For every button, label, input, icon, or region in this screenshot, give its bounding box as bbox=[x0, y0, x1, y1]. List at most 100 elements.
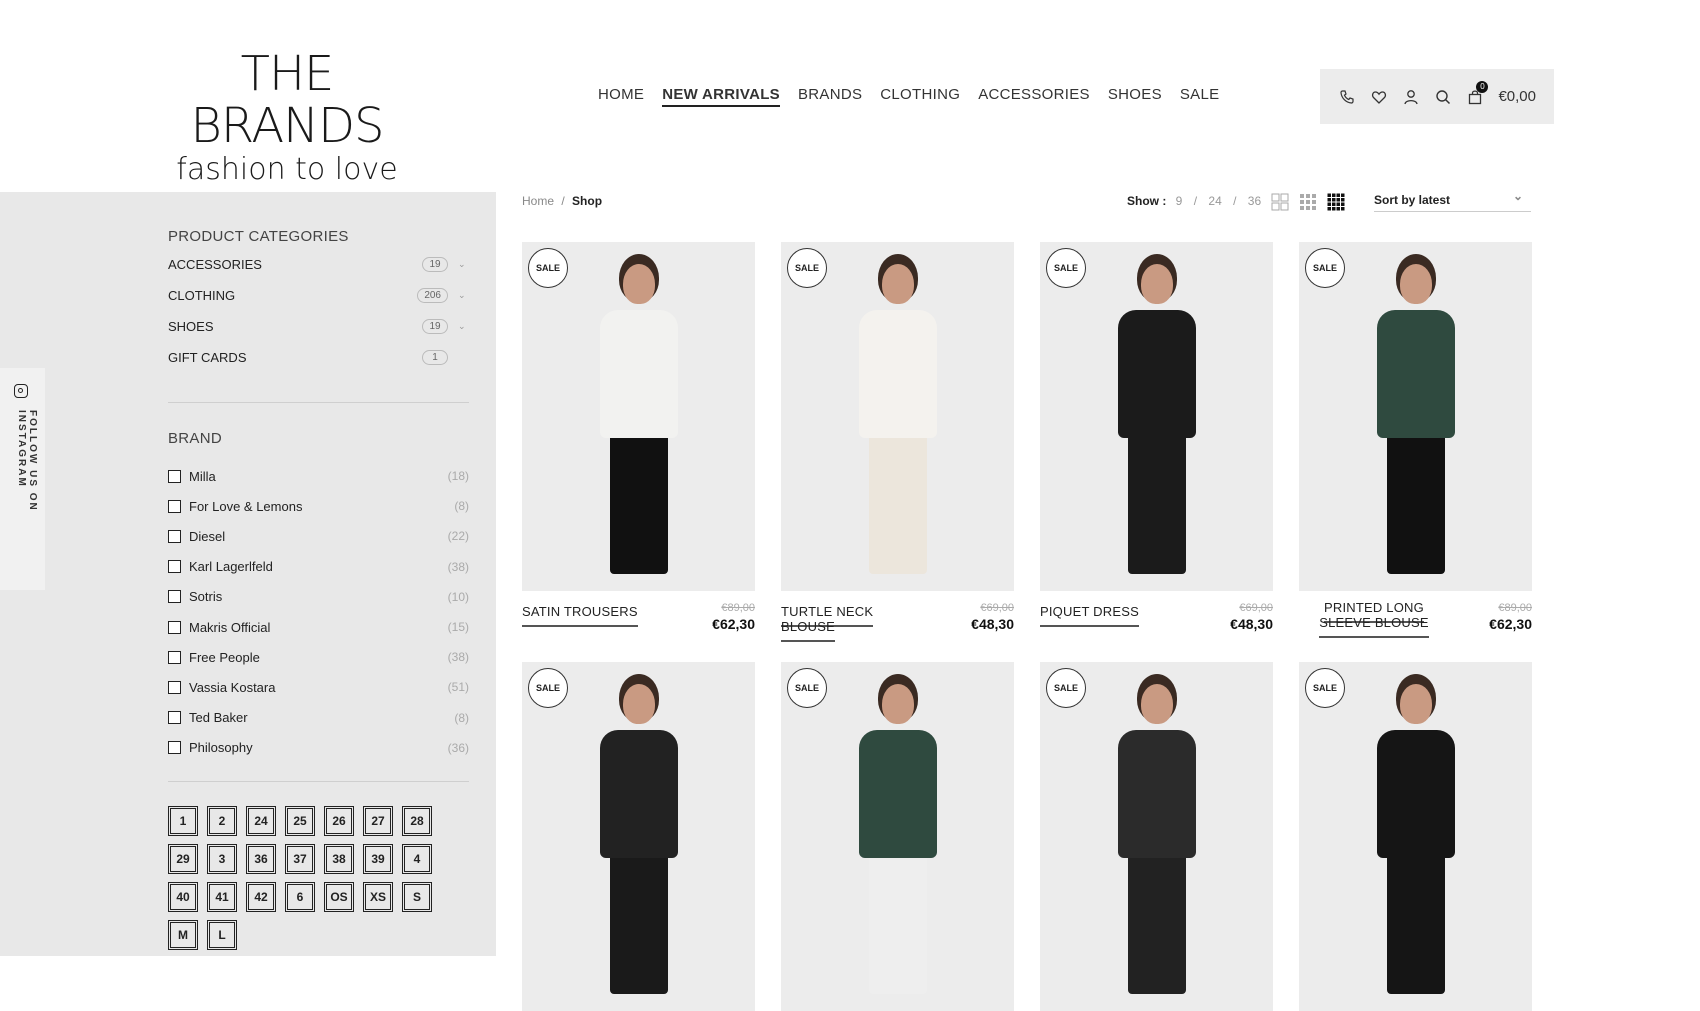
site-logo[interactable]: THE BRANDS fashion to love bbox=[152, 48, 422, 188]
size-option[interactable]: 29 bbox=[168, 844, 198, 874]
product-name-text[interactable]: TURTLE NECK BLOUSE bbox=[781, 604, 874, 642]
product-name[interactable]: SATIN TROUSERS bbox=[522, 604, 662, 627]
brand-filter-item[interactable]: Philosophy (36) bbox=[168, 738, 469, 758]
instagram-follow-tab[interactable]: FOLLOW US ON INSTAGRAM bbox=[0, 368, 45, 590]
size-option[interactable]: 38 bbox=[324, 844, 354, 874]
nav-brands[interactable]: BRANDS bbox=[798, 86, 862, 107]
grid-3-icon[interactable] bbox=[1299, 193, 1317, 211]
size-option[interactable]: 25 bbox=[285, 806, 315, 836]
product-name[interactable]: PIQUET DRESS bbox=[1040, 604, 1180, 627]
product-image[interactable]: SALE bbox=[1040, 242, 1273, 591]
cart-total[interactable]: €0,00 bbox=[1498, 88, 1536, 105]
category-item[interactable]: GIFT CARDS 1 bbox=[168, 347, 468, 367]
nav-new-arrivals[interactable]: NEW ARRIVALS bbox=[662, 86, 780, 107]
category-item[interactable]: ACCESSORIES 19 ⌄ bbox=[168, 254, 468, 274]
brand-label[interactable]: Sotris bbox=[189, 589, 448, 604]
size-option[interactable]: 36 bbox=[246, 844, 276, 874]
product-image[interactable]: SALE bbox=[1299, 662, 1532, 1011]
brand-checkbox[interactable] bbox=[168, 620, 181, 634]
brand-filter-item[interactable]: Ted Baker (8) bbox=[168, 708, 469, 728]
breadcrumb-home[interactable]: Home bbox=[522, 194, 554, 208]
brand-checkbox[interactable] bbox=[168, 741, 181, 755]
brand-checkbox[interactable] bbox=[168, 680, 181, 694]
search-icon[interactable] bbox=[1434, 88, 1452, 106]
brand-filter-item[interactable]: Free People (38) bbox=[168, 647, 469, 667]
product-name-text[interactable]: PIQUET DRESS bbox=[1040, 604, 1139, 627]
size-option[interactable]: L bbox=[207, 920, 237, 950]
size-option[interactable]: 3 bbox=[207, 844, 237, 874]
size-option[interactable]: 28 bbox=[402, 806, 432, 836]
product-name-text[interactable]: PRINTED LONG SLEEVE BLOUSE bbox=[1319, 600, 1429, 638]
brand-checkbox[interactable] bbox=[168, 560, 181, 574]
size-option[interactable]: 24 bbox=[246, 806, 276, 836]
brand-label[interactable]: Free People bbox=[189, 650, 448, 665]
size-option[interactable]: 2 bbox=[207, 806, 237, 836]
product-card[interactable]: SALE SATIN TROUSERS €89,00 €62,30 bbox=[522, 242, 755, 642]
brand-label[interactable]: Diesel bbox=[189, 529, 448, 544]
cart-icon[interactable]: 0 bbox=[1466, 80, 1489, 106]
size-option[interactable]: XS bbox=[363, 882, 393, 912]
product-image[interactable]: SALE bbox=[522, 662, 755, 1011]
brand-filter-item[interactable]: For Love & Lemons (8) bbox=[168, 496, 469, 516]
product-name[interactable]: PRINTED LONG SLEEVE BLOUSE bbox=[1299, 600, 1449, 638]
brand-checkbox[interactable] bbox=[168, 529, 181, 543]
product-card[interactable]: SALE bbox=[781, 662, 1014, 1011]
phone-icon[interactable] bbox=[1338, 88, 1356, 106]
product-card[interactable]: SALE bbox=[1040, 662, 1273, 1011]
brand-label[interactable]: Milla bbox=[189, 469, 448, 484]
nav-accessories[interactable]: ACCESSORIES bbox=[978, 86, 1090, 107]
category-item[interactable]: SHOES 19 ⌄ bbox=[168, 316, 468, 336]
category-label[interactable]: GIFT CARDS bbox=[168, 350, 422, 365]
brand-checkbox[interactable] bbox=[168, 499, 181, 513]
product-card[interactable]: SALE bbox=[522, 662, 755, 1011]
product-image[interactable]: SALE bbox=[781, 242, 1014, 591]
brand-filter-item[interactable]: Vassia Kostara (51) bbox=[168, 677, 469, 697]
size-option[interactable]: 40 bbox=[168, 882, 198, 912]
brand-checkbox[interactable] bbox=[168, 711, 181, 725]
product-image[interactable]: SALE bbox=[1299, 242, 1532, 591]
show-option-9[interactable]: 9 bbox=[1176, 194, 1183, 208]
product-name[interactable]: TURTLE NECK BLOUSE bbox=[781, 604, 921, 642]
size-option[interactable]: OS bbox=[324, 882, 354, 912]
sort-select[interactable]: Sort by latest bbox=[1374, 189, 1531, 212]
category-label[interactable]: CLOTHING bbox=[168, 288, 417, 303]
brand-checkbox[interactable] bbox=[168, 590, 181, 604]
size-option[interactable]: S bbox=[402, 882, 432, 912]
product-card[interactable]: SALE bbox=[1299, 662, 1532, 1011]
category-label[interactable]: ACCESSORIES bbox=[168, 257, 422, 272]
brand-filter-item[interactable]: Sotris (10) bbox=[168, 587, 469, 607]
product-image[interactable]: SALE bbox=[781, 662, 1014, 1011]
brand-label[interactable]: Karl Lagerlfeld bbox=[189, 559, 448, 574]
size-option[interactable]: 37 bbox=[285, 844, 315, 874]
user-icon[interactable] bbox=[1402, 88, 1420, 106]
product-image[interactable]: SALE bbox=[1040, 662, 1273, 1011]
size-option[interactable]: 27 bbox=[363, 806, 393, 836]
brand-filter-item[interactable]: Diesel (22) bbox=[168, 526, 469, 546]
product-card[interactable]: SALE PRINTED LONG SLEEVE BLOUSE €89,00 €62,… bbox=[1299, 242, 1532, 642]
size-option[interactable]: 42 bbox=[246, 882, 276, 912]
brand-label[interactable]: Ted Baker bbox=[189, 710, 454, 725]
nav-sale[interactable]: SALE bbox=[1180, 86, 1220, 107]
brand-checkbox[interactable] bbox=[168, 650, 181, 664]
nav-clothing[interactable]: CLOTHING bbox=[880, 86, 960, 107]
size-option[interactable]: 39 bbox=[363, 844, 393, 874]
size-option[interactable]: M bbox=[168, 920, 198, 950]
chevron-down-icon[interactable]: ⌄ bbox=[458, 259, 468, 270]
chevron-down-icon[interactable]: ⌄ bbox=[458, 290, 468, 301]
product-image[interactable]: SALE bbox=[522, 242, 755, 591]
product-name-text[interactable]: SATIN TROUSERS bbox=[522, 604, 638, 627]
product-card[interactable]: SALE TURTLE NECK BLOUSE €69,00 €48,30 bbox=[781, 242, 1014, 642]
size-option[interactable]: 41 bbox=[207, 882, 237, 912]
brand-filter-item[interactable]: Makris Official (15) bbox=[168, 617, 469, 637]
size-option[interactable]: 6 bbox=[285, 882, 315, 912]
size-option[interactable]: 4 bbox=[402, 844, 432, 874]
category-item[interactable]: CLOTHING 206 ⌄ bbox=[168, 285, 468, 305]
brand-label[interactable]: For Love & Lemons bbox=[189, 499, 454, 514]
brand-filter-item[interactable]: Karl Lagerlfeld (38) bbox=[168, 557, 469, 577]
category-label[interactable]: SHOES bbox=[168, 319, 422, 334]
heart-icon[interactable] bbox=[1370, 88, 1388, 106]
grid-2-icon[interactable] bbox=[1271, 193, 1289, 211]
brand-label[interactable]: Vassia Kostara bbox=[189, 680, 448, 695]
nav-home[interactable]: HOME bbox=[598, 86, 644, 107]
brand-label[interactable]: Philosophy bbox=[189, 740, 448, 755]
